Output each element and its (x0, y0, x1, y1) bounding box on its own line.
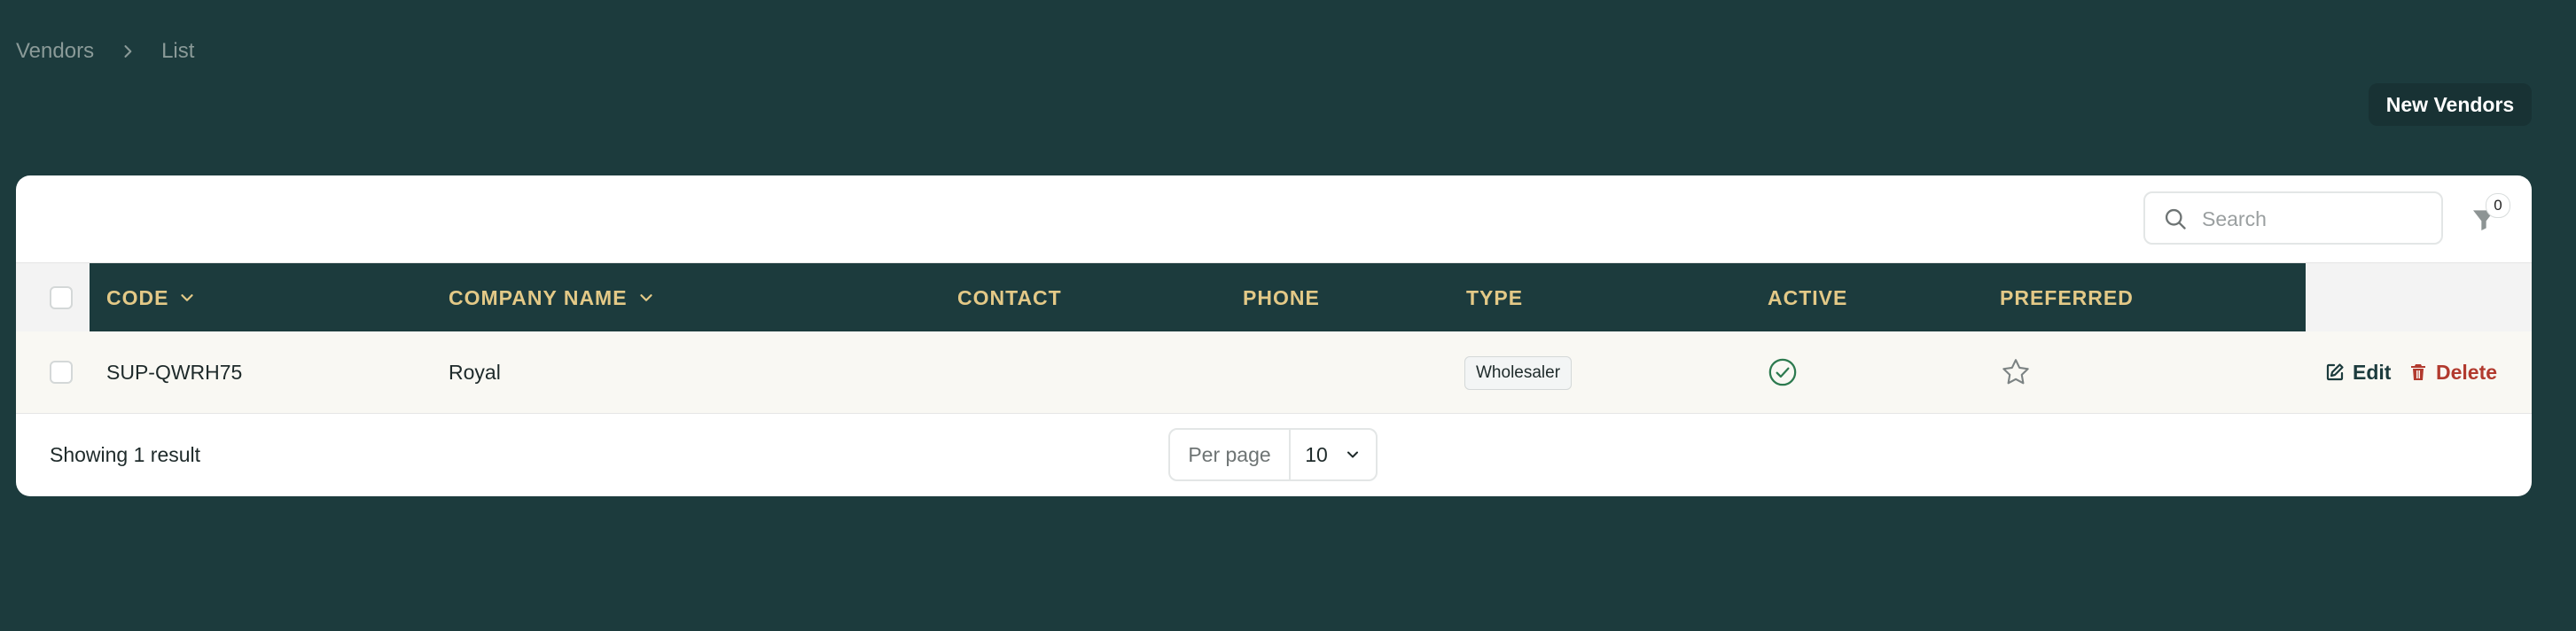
chevron-right-icon (124, 45, 132, 58)
table-row: SUP-QWRH75 Royal Wholesaler Edit Delete (16, 331, 2532, 414)
cell-code: SUP-QWRH75 (106, 360, 243, 384)
per-page-value: 10 (1305, 442, 1328, 466)
column-label-type: TYPE (1466, 285, 1524, 309)
breadcrumb-vendors-link[interactable]: Vendors (16, 39, 94, 64)
filter-count-badge: 0 (2486, 193, 2510, 218)
page: Vendors List New Vendors 0 CODE (0, 0, 2576, 631)
table-header: CODE COMPANY NAME CONTACT PHONE TYPE ACT… (16, 262, 2532, 332)
column-label-company-name: COMPANY NAME (449, 285, 628, 309)
column-header-company-name[interactable]: COMPANY NAME (449, 263, 656, 332)
results-count: Showing 1 result (50, 442, 201, 466)
delete-button[interactable]: Delete (2408, 331, 2497, 413)
column-label-preferred: PREFERRED (2000, 285, 2134, 309)
table-toolbar: 0 (16, 175, 2532, 262)
new-vendors-button[interactable]: New Vendors (2369, 83, 2532, 126)
row-checkbox[interactable] (50, 361, 73, 384)
delete-label: Delete (2436, 360, 2498, 384)
chevron-down-icon (639, 294, 652, 301)
column-label-phone: PHONE (1243, 285, 1320, 309)
chevron-down-icon (1347, 451, 1358, 458)
edit-label: Edit (2353, 360, 2392, 384)
filter-button[interactable]: 0 (2470, 193, 2523, 245)
per-page-label: Per page (1170, 430, 1291, 479)
column-header-active: ACTIVE (1768, 263, 1847, 332)
column-header-phone: PHONE (1243, 263, 1320, 332)
check-circle-icon (1768, 358, 1797, 386)
column-header-contact: CONTACT (957, 263, 1062, 332)
cell-active (1768, 331, 1798, 413)
search-icon (2165, 208, 2186, 230)
type-badge: Wholesaler (1464, 356, 1573, 390)
cell-preferred (2000, 331, 2032, 413)
column-label-contact: CONTACT (957, 285, 1062, 309)
cell-company-name: Royal (449, 360, 501, 384)
breadcrumb-current: List (161, 39, 195, 63)
column-label-code: CODE (106, 285, 169, 309)
table-header-band (90, 263, 2306, 332)
chevron-down-icon (181, 294, 194, 301)
select-all-checkbox[interactable] (50, 286, 73, 309)
column-header-preferred: PREFERRED (2000, 263, 2134, 332)
trash-icon (2411, 364, 2425, 380)
per-page-control: Per page 10 (1168, 428, 1378, 481)
edit-icon (2326, 363, 2344, 381)
star-icon (2002, 359, 2029, 385)
column-header-code[interactable]: CODE (106, 263, 197, 332)
table-footer: Showing 1 result Per page 10 (16, 413, 2532, 496)
column-label-active: ACTIVE (1768, 285, 1848, 309)
search-box (2143, 191, 2443, 245)
vendors-table-card: 0 CODE COMPANY NAME CONTACT PHONE TYPE (16, 175, 2532, 496)
search-input[interactable] (2200, 202, 2434, 236)
column-header-type: TYPE (1466, 263, 1523, 332)
breadcrumb: Vendors List (16, 39, 194, 64)
edit-button[interactable]: Edit (2324, 331, 2391, 413)
per-page-select[interactable]: 10 (1291, 430, 1376, 479)
